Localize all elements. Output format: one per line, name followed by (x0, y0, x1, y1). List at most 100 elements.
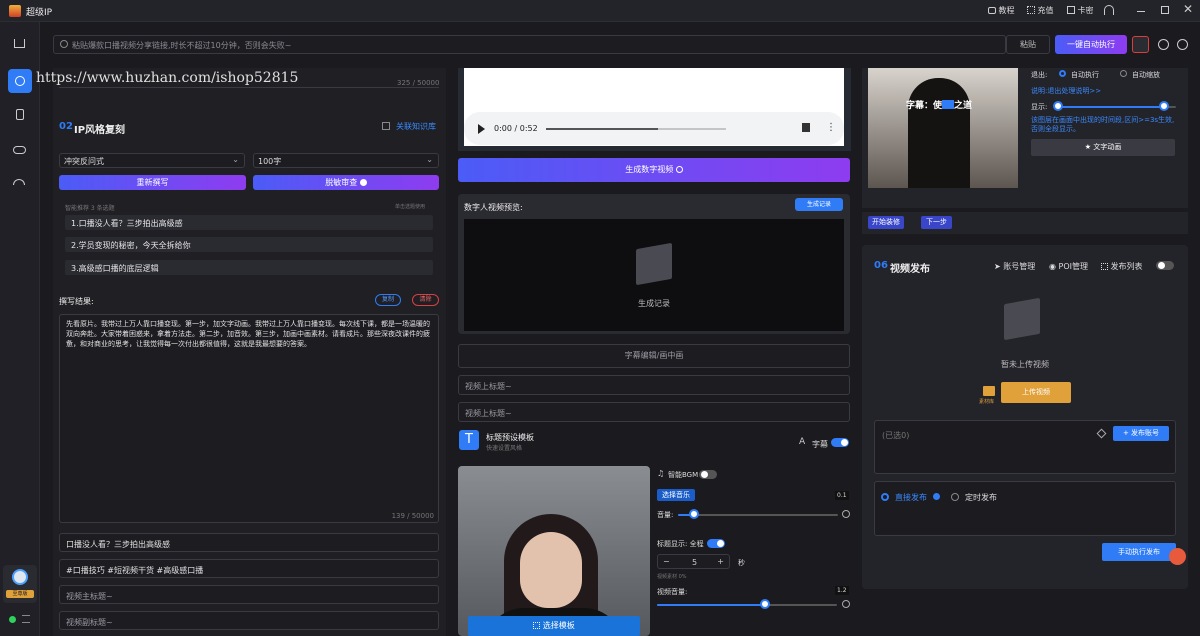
gen-record-button[interactable]: 生成记录 (795, 198, 843, 211)
minus-icon[interactable]: − (663, 557, 670, 566)
cloud-icon[interactable] (13, 146, 26, 154)
result-counter: 139 / 50000 (391, 512, 434, 520)
recharge-button[interactable]: 充值 (1027, 5, 1054, 16)
subtitle-edit-button[interactable]: 字幕编辑/画中画 (458, 344, 850, 368)
style-select[interactable]: 冲突反问式 ⌄ (59, 153, 245, 168)
topic-label: 2.学员变现的秘密，今天全拆给你 (71, 241, 191, 250)
main-title-placeholder: 视频主标题~ (66, 592, 113, 601)
topic-item[interactable]: 2.学员变现的秘密，今天全拆给你 (65, 237, 433, 252)
title-field[interactable]: 口播没人看？三步拍出高级感 (59, 533, 439, 552)
umbrella-icon[interactable] (13, 179, 25, 185)
plus-icon[interactable]: + (717, 557, 724, 566)
empty-label: 生成记录 (638, 299, 670, 308)
seconds-stepper[interactable]: − 5 + (657, 554, 730, 569)
menu-icon[interactable] (22, 615, 30, 623)
sidebar-item-active[interactable] (8, 69, 32, 93)
sidebar: 至尊版 (0, 22, 40, 636)
audio-progress-track[interactable] (546, 128, 726, 130)
link-input[interactable]: 粘贴爆款口播视频分享链接,时长不超过10分钟，否则会失败~ (53, 35, 1006, 54)
more-icon[interactable]: ⋮ (826, 122, 836, 133)
timed-publish-label[interactable]: 定时发布 (965, 492, 997, 503)
phone-icon[interactable] (16, 109, 24, 120)
topic-item[interactable]: 3.高级感口播的底层逻辑 (65, 260, 433, 275)
kb-checkbox[interactable] (382, 122, 390, 130)
audio-player[interactable]: 0:00 / 0:52 ⋮ (464, 112, 844, 145)
length-select[interactable]: 100字 ⌄ (253, 153, 439, 168)
chevron-down-icon: ⌄ (426, 155, 433, 164)
app-title: 超级IP (26, 8, 53, 18)
minimize-icon[interactable] (1137, 11, 1145, 12)
auto-zoom-radio[interactable] (1120, 70, 1127, 77)
play-icon[interactable] (478, 124, 485, 134)
chat-icon[interactable] (1169, 548, 1186, 565)
start-edit-button[interactable]: 开始装修 (868, 216, 904, 229)
copy-button[interactable]: 复制 (375, 294, 401, 306)
display-slider-knob-end[interactable] (1159, 101, 1170, 111)
kb-label[interactable]: 关联知识库 (396, 121, 436, 132)
auto-run-button[interactable]: 一键自动执行 (1055, 35, 1127, 54)
exit-help-link[interactable]: 说明:退出处理说明>> (1031, 86, 1101, 96)
gen-digital-label: 生成数字视频 (625, 165, 674, 174)
rewrite-button[interactable]: 重新撰写 (59, 175, 246, 190)
next-step-button[interactable]: 下一步 (921, 216, 952, 229)
topic-item[interactable]: 1.口播没人看？三步拍出高级感 (65, 215, 433, 230)
close-icon[interactable]: ✕ (1183, 2, 1193, 16)
home-icon[interactable] (14, 39, 25, 48)
choose-music-button[interactable]: 选择音乐 (657, 489, 695, 501)
reset-icon[interactable] (842, 600, 850, 608)
display-slider-knob-start[interactable] (1053, 101, 1063, 111)
history-icon[interactable] (1177, 39, 1188, 50)
publish-account-button[interactable]: + 发布账号 (1113, 426, 1169, 441)
user-card[interactable]: 至尊版 (3, 565, 37, 603)
publish-card (862, 245, 1188, 589)
reset-icon[interactable] (842, 510, 850, 518)
material-lib-label[interactable]: 素材库 (979, 398, 994, 405)
timed-publish-radio[interactable] (951, 493, 959, 501)
main-title-field[interactable]: 视频主标题~ (59, 585, 439, 604)
volume-icon[interactable] (802, 123, 810, 132)
gen-digital-button[interactable]: 生成数字视频 (458, 158, 850, 182)
subtitle-toggle[interactable] (831, 438, 849, 447)
material-hint: 视频素材 0% (657, 574, 687, 580)
top-title-field[interactable]: 视频上标题~ (458, 375, 850, 395)
template-preview[interactable]: 选择模板 (458, 466, 650, 636)
volume-slider[interactable] (678, 514, 838, 516)
sub-title-field[interactable]: 视频副标题~ (59, 611, 439, 630)
maximize-icon[interactable] (1161, 6, 1169, 14)
direct-publish-radio[interactable] (881, 493, 889, 501)
length-select-value: 100字 (258, 157, 282, 166)
info-icon (675, 166, 683, 173)
card-button[interactable]: 卡密 (1067, 5, 1094, 16)
sensitive-label: 脱敏审查 (325, 178, 358, 187)
user-badge: 至尊版 (6, 590, 34, 598)
upload-video-button[interactable]: 上传视频 (1001, 382, 1071, 403)
layer-note: 该图层在画面中出现的时间段,区间>=3s生效,否则全段显示。 (1031, 116, 1175, 133)
folder-icon[interactable] (983, 386, 995, 396)
tags-field[interactable]: #口播技巧 #短视频干货 #高级感口播 (59, 559, 439, 578)
tutorial-button[interactable]: 教程 (988, 5, 1015, 16)
record-icon[interactable] (1132, 36, 1149, 53)
video-volume-knob[interactable] (760, 599, 770, 609)
smart-bgm-toggle[interactable] (699, 470, 717, 479)
account-mgmt-button[interactable]: ➤ 账号管理 (994, 261, 1035, 272)
action-bar (862, 212, 1188, 234)
clear-button[interactable]: 清除 (412, 294, 439, 306)
auto-exec-radio[interactable] (1059, 70, 1066, 77)
publish-toggle[interactable] (1156, 261, 1174, 270)
title-display-toggle[interactable] (707, 539, 725, 548)
sync-icon[interactable] (1158, 39, 1169, 50)
top-title-field-2[interactable]: 视频上标题~ (458, 402, 850, 422)
direct-publish-label[interactable]: 直接发布 (895, 492, 927, 503)
paste-button[interactable]: 粘贴 (1006, 35, 1050, 54)
publish-list-button[interactable]: 发布列表 (1101, 261, 1143, 272)
result-textarea[interactable]: 先看原片。我带过上万人靠口播变现。第一步，加文字动画。我带过上万人靠口播变现。每… (59, 314, 439, 523)
sensitive-check-button[interactable]: 脱敏审查 (253, 175, 439, 190)
not-uploaded-label: 暂未上传视频 (1001, 360, 1049, 369)
manual-publish-button[interactable]: 手动执行发布 (1102, 543, 1176, 561)
volume-slider-knob[interactable] (689, 509, 699, 519)
poi-mgmt-button[interactable]: ◉ POI管理 (1049, 261, 1088, 272)
text-anim-button[interactable]: ★ 文字动画 (1031, 139, 1175, 156)
auto-zoom-label: 自动缩放 (1132, 71, 1160, 79)
choose-template-button[interactable]: 选择模板 (468, 616, 640, 636)
headset-icon[interactable] (1104, 5, 1114, 15)
